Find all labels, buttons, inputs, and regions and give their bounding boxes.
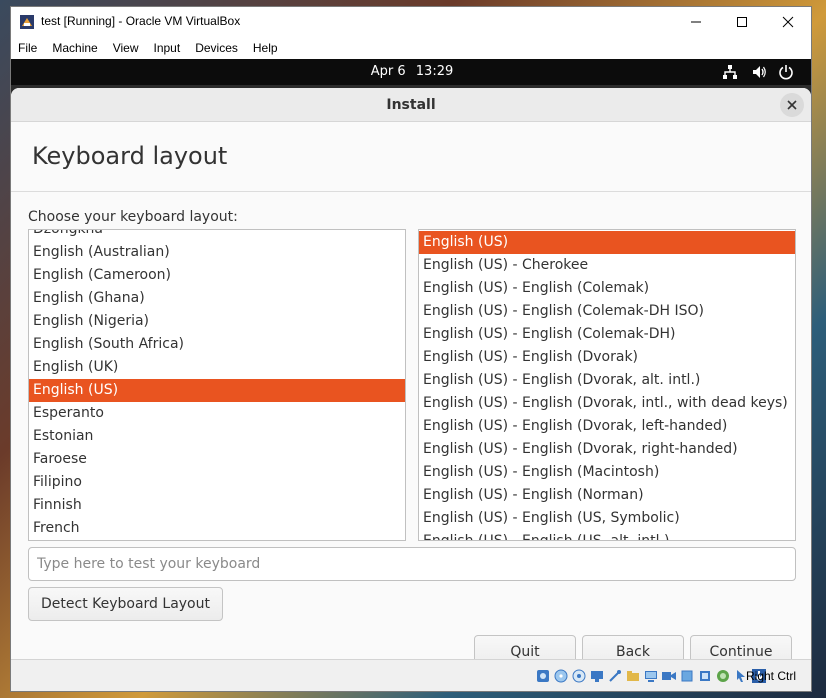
clock-time: 13:29	[415, 64, 454, 79]
variant-list[interactable]: English (US) English (US) - Cherokee Eng…	[418, 229, 796, 541]
shared-folders-icon[interactable]	[625, 668, 641, 684]
virtualbox-app-icon	[19, 14, 35, 30]
recording-icon[interactable]	[715, 668, 731, 684]
variant-list-item[interactable]: English (US) - English (Dvorak, alt. int…	[419, 369, 795, 392]
network-icon[interactable]	[722, 64, 738, 80]
minimize-icon	[691, 21, 701, 23]
menu-input[interactable]: Input	[154, 41, 181, 55]
variant-list-item[interactable]: English (US) - English (US, alt. intl.)	[419, 530, 795, 540]
variant-list-item[interactable]: English (US) - English (Dvorak, intl., w…	[419, 392, 795, 415]
optical-drive-icon[interactable]	[553, 668, 569, 684]
video-capture-icon[interactable]	[661, 668, 677, 684]
layout-list-item[interactable]: Esperanto	[29, 402, 405, 425]
menu-help[interactable]: Help	[253, 41, 278, 55]
variant-list-item[interactable]: English (US) - English (Colemak)	[419, 277, 795, 300]
status-icons	[535, 668, 769, 684]
menu-file[interactable]: File	[18, 41, 37, 55]
clock-date: Apr 6	[370, 64, 406, 79]
cpu-icon[interactable]	[697, 668, 713, 684]
variant-list-item[interactable]: English (US) - English (US, Symbolic)	[419, 507, 795, 530]
page-title: Keyboard layout	[32, 142, 228, 170]
menu-view[interactable]: View	[113, 41, 139, 55]
top-bar-clock[interactable]: Apr 6 13:29	[11, 64, 811, 79]
virtualization-icon[interactable]	[679, 668, 695, 684]
heading-divider	[11, 191, 811, 192]
variant-list-item[interactable]: English (US) - English (Dvorak, right-ha…	[419, 438, 795, 461]
installer-title: Install	[386, 97, 436, 113]
layout-list-item[interactable]: English (Australian)	[29, 241, 405, 264]
keyboard-test-input[interactable]	[28, 547, 796, 581]
display-icon[interactable]	[643, 668, 659, 684]
variant-list-item[interactable]: English (US) - English (Macintosh)	[419, 461, 795, 484]
layout-list-item[interactable]: English (UK)	[29, 356, 405, 379]
variant-list-item[interactable]: English (US) - English (Dvorak, left-han…	[419, 415, 795, 438]
vbox-menubar: File Machine View Input Devices Help	[11, 37, 811, 59]
maximize-button[interactable]	[719, 7, 765, 37]
variant-list-item[interactable]: English (US) - English (Norman)	[419, 484, 795, 507]
variant-list-item[interactable]: English (US) - English (Dvorak)	[419, 346, 795, 369]
installer-dialog: Install Keyboard layout Choose your keyb…	[11, 88, 811, 667]
menu-machine[interactable]: Machine	[52, 41, 97, 55]
layout-list-item[interactable]: Faroese	[29, 448, 405, 471]
vbox-titlebar: test [Running] - Oracle VM VirtualBox	[11, 7, 811, 37]
variant-list-item[interactable]: English (US) - Cherokee	[419, 254, 795, 277]
power-icon[interactable]	[778, 64, 794, 80]
host-key-label: Right Ctrl	[746, 669, 797, 683]
gnome-top-bar: Apr 6 13:29	[11, 59, 811, 85]
vbox-statusbar: Right Ctrl	[11, 659, 811, 691]
usb-icon[interactable]	[607, 668, 623, 684]
detect-keyboard-layout-button[interactable]: Detect Keyboard Layout	[28, 587, 223, 621]
layout-list-item[interactable]: Finnish	[29, 494, 405, 517]
choose-layout-label: Choose your keyboard layout:	[28, 209, 238, 225]
volume-icon[interactable]	[751, 64, 767, 80]
close-window-button[interactable]	[765, 7, 811, 37]
layout-list-item[interactable]: French	[29, 517, 405, 540]
vbox-window-title: test [Running] - Oracle VM VirtualBox	[41, 14, 241, 28]
network-adapter-icon[interactable]	[589, 668, 605, 684]
maximize-icon	[737, 17, 747, 27]
installer-close-button[interactable]	[780, 93, 804, 117]
close-icon	[787, 100, 797, 110]
menu-devices[interactable]: Devices	[195, 41, 238, 55]
variant-list-item[interactable]: English (US) - English (Colemak-DH)	[419, 323, 795, 346]
layout-list-item[interactable]: English (Nigeria)	[29, 310, 405, 333]
variant-list-item-selected[interactable]: English (US)	[419, 231, 795, 254]
variant-list-item[interactable]: English (US) - English (Colemak-DH ISO)	[419, 300, 795, 323]
close-icon	[782, 16, 794, 28]
minimize-button[interactable]	[673, 7, 719, 37]
layout-list-item[interactable]: English (South Africa)	[29, 333, 405, 356]
installer-header: Install	[11, 88, 811, 122]
layout-list-item[interactable]: English (Cameroon)	[29, 264, 405, 287]
layout-list-item[interactable]: English (Ghana)	[29, 287, 405, 310]
layout-list-item-selected[interactable]: English (US)	[29, 379, 405, 402]
audio-icon[interactable]	[571, 668, 587, 684]
layout-list-item[interactable]: Estonian	[29, 425, 405, 448]
layout-list[interactable]: Dzongkha English (Australian) English (C…	[28, 229, 406, 541]
hard-disk-icon[interactable]	[535, 668, 551, 684]
layout-list-item[interactable]: Filipino	[29, 471, 405, 494]
layout-list-item[interactable]: Dzongkha	[29, 230, 405, 241]
virtualbox-window: test [Running] - Oracle VM VirtualBox Fi…	[10, 6, 812, 692]
guest-display: Apr 6 13:29 Install Keyboard layout Choo…	[11, 59, 811, 667]
